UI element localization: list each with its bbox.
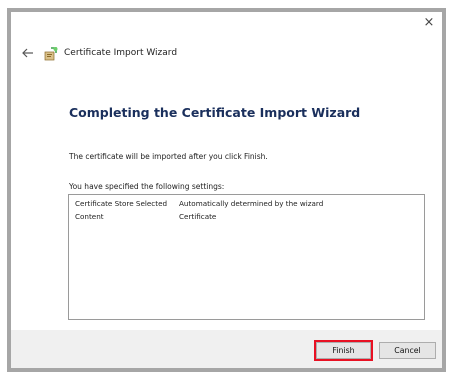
settings-value: Automatically determined by the wizard — [179, 199, 324, 208]
certificate-wizard-icon — [44, 47, 58, 61]
info-text: The certificate will be imported after y… — [69, 152, 268, 161]
close-button[interactable]: × — [420, 14, 438, 32]
window-title: Certificate Import Wizard — [64, 48, 178, 58]
close-icon: × — [423, 15, 435, 30]
settings-key: Content — [75, 212, 104, 221]
settings-label: You have specified the following setting… — [69, 182, 225, 191]
finish-button[interactable]: Finish — [316, 342, 371, 359]
page-heading: Completing the Certificate Import Wizard — [69, 105, 361, 120]
settings-list[interactable]: Certificate Store Selected Automatically… — [68, 194, 425, 320]
settings-key: Certificate Store Selected — [75, 199, 168, 208]
button-bar: Finish Cancel — [11, 330, 442, 368]
wizard-window: × Certificate Import Wizard Completing t… — [7, 8, 446, 372]
back-arrow-icon[interactable] — [21, 46, 35, 60]
settings-value: Certificate — [179, 212, 217, 221]
cancel-button[interactable]: Cancel — [379, 342, 436, 359]
